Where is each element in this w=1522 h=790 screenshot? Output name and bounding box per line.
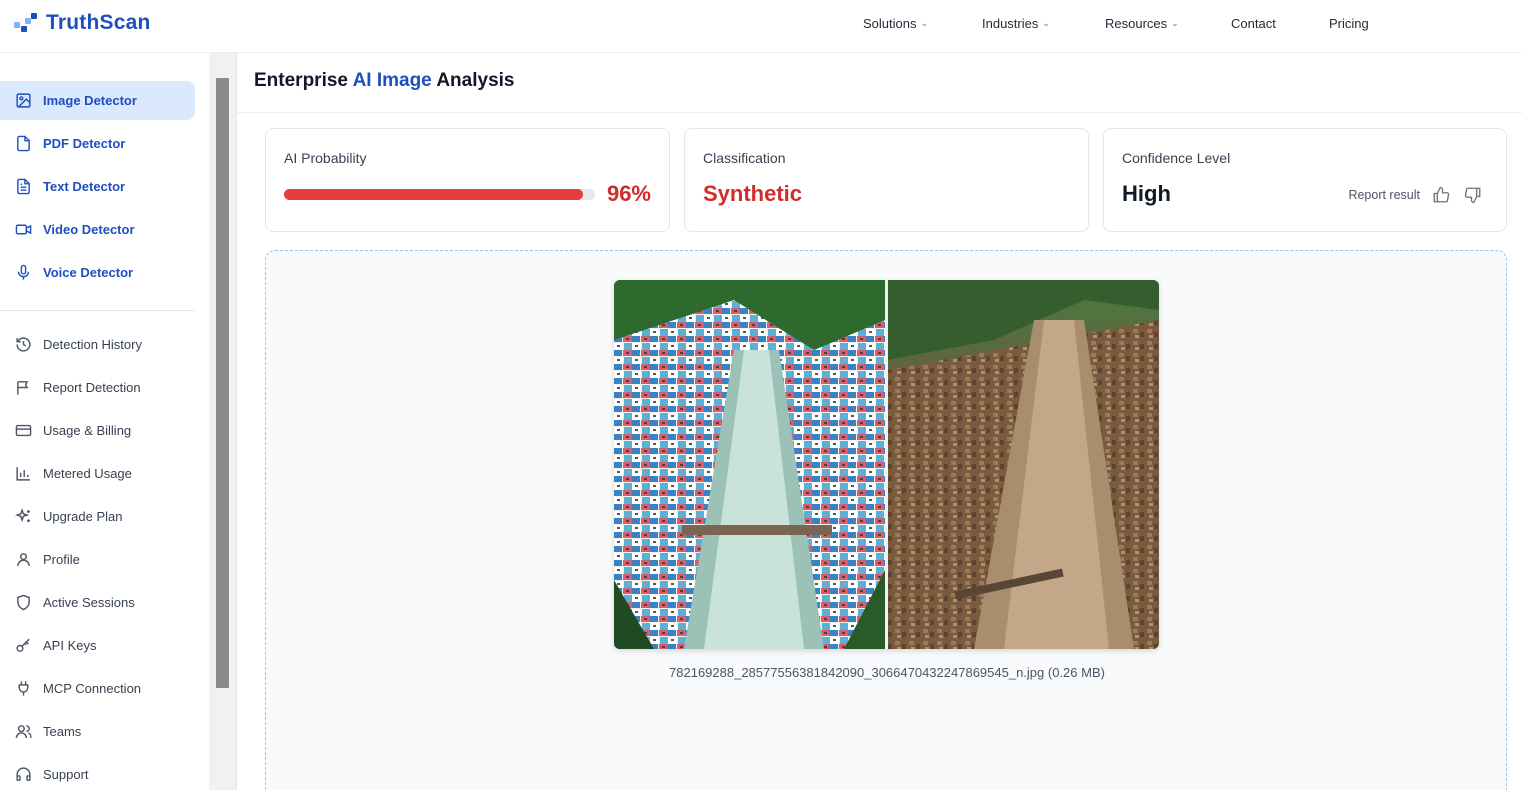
sidebar-item-label: Upgrade Plan <box>43 509 123 524</box>
sidebar-item-label: PDF Detector <box>43 136 126 151</box>
sparkle-icon <box>15 508 30 523</box>
sidebar-item-usage-billing[interactable]: Usage & Billing <box>0 411 195 450</box>
uploaded-image-preview <box>614 280 1159 649</box>
sidebar-item-label: Metered Usage <box>43 466 132 481</box>
sidebar-item-label: Profile <box>43 552 80 567</box>
sidebar-item-label: MCP Connection <box>43 681 142 696</box>
top-navbar: TruthScan Solutions ⌄ Industries ⌄ Resou… <box>0 0 1522 53</box>
video-camera-icon <box>15 224 32 235</box>
page-title-suffix: Analysis <box>431 70 515 91</box>
sidebar-item-label: Usage & Billing <box>43 423 132 438</box>
nav-solutions-label: Solutions <box>863 16 917 31</box>
sidebar-item-label: Text Detector <box>43 179 126 194</box>
nav-resources-label: Resources <box>1105 16 1168 31</box>
chevron-down-icon: ⌄ <box>920 18 929 28</box>
nav-solutions[interactable]: Solutions ⌄ <box>863 16 928 31</box>
image-icon <box>16 93 31 108</box>
flag-icon <box>17 381 29 395</box>
ai-probability-label: AI Probability <box>284 150 367 166</box>
sidebar-item-label: Active Sessions <box>43 595 135 610</box>
users-icon <box>15 725 32 739</box>
image-dropzone[interactable]: 782169288_28577556381842090_306647043224… <box>265 250 1507 790</box>
sidebar-scrollbar[interactable] <box>209 53 237 790</box>
sidebar-divider <box>0 310 195 311</box>
confidence-card: Confidence Level High Report result <box>1103 128 1507 232</box>
confidence-label: Confidence Level <box>1122 150 1231 166</box>
credit-card-icon <box>15 424 32 437</box>
sidebar: Image Detector PDF Detector Text Detecto… <box>0 53 209 790</box>
chevron-down-icon: ⌄ <box>1042 18 1050 28</box>
chevron-down-icon: ⌄ <box>1171 18 1179 28</box>
history-icon <box>16 337 31 352</box>
sidebar-item-metered-usage[interactable]: Metered Usage <box>0 454 195 493</box>
classification-card: Classification Synthetic <box>684 128 1089 232</box>
sidebar-item-active-sessions[interactable]: Active Sessions <box>0 583 195 622</box>
sidebar-item-api-keys[interactable]: API Keys <box>0 626 195 665</box>
sidebar-item-image-detector[interactable]: Image Detector <box>0 81 195 120</box>
nav-contact[interactable]: Contact <box>1231 16 1276 31</box>
report-result-label: Report result <box>1348 188 1420 202</box>
sidebar-item-label: Teams <box>43 724 82 739</box>
pdf-file-icon <box>17 135 30 152</box>
page-title: Enterprise AI Image Analysis <box>254 70 515 92</box>
page-title-prefix: Enterprise <box>254 70 353 91</box>
thumbs-up-icon[interactable] <box>1432 186 1450 204</box>
classification-label: Classification <box>703 150 786 166</box>
shield-icon <box>17 594 30 611</box>
page-title-accent: AI Image <box>352 70 432 91</box>
file-caption: 782169288_28577556381842090_306647043224… <box>266 665 1508 680</box>
nav-resources[interactable]: Resources ⌄ <box>1105 16 1179 31</box>
sidebar-item-support[interactable]: Support <box>0 755 195 790</box>
sidebar-item-voice-detector[interactable]: Voice Detector <box>0 253 195 292</box>
sidebar-item-label: API Keys <box>43 638 97 653</box>
sidebar-item-report-detection[interactable]: Report Detection <box>0 368 195 407</box>
sidebar-item-upgrade-plan[interactable]: Upgrade Plan <box>0 497 195 536</box>
ai-probability-value: 96% <box>606 181 651 206</box>
ai-probability-bar <box>284 189 595 200</box>
sidebar-item-profile[interactable]: Profile <box>0 540 195 579</box>
nav-industries[interactable]: Industries ⌄ <box>982 16 1050 31</box>
user-icon <box>17 553 30 566</box>
nav-pricing-label: Pricing <box>1329 16 1369 31</box>
ai-probability-card: AI Probability 96% <box>265 128 670 232</box>
microphone-icon <box>17 264 30 280</box>
ai-probability-bar-fill <box>284 189 583 200</box>
sidebar-item-detection-history[interactable]: Detection History <box>0 325 195 364</box>
nav-pricing[interactable]: Pricing <box>1329 16 1369 31</box>
sidebar-item-video-detector[interactable]: Video Detector <box>0 210 195 249</box>
nav-industries-label: Industries <box>982 16 1039 31</box>
main-nav: Solutions ⌄ Industries ⌄ Resources ⌄ Con… <box>0 16 1522 36</box>
sidebar-item-label: Detection History <box>43 337 142 352</box>
file-name: 782169288_28577556381842090_306647043224… <box>669 665 1045 680</box>
file-size: (0.26 MB) <box>1047 665 1105 680</box>
bar-chart-icon <box>16 467 30 481</box>
confidence-value: High <box>1122 181 1171 206</box>
comparison-image <box>614 280 1159 649</box>
page-header: Enterprise AI Image Analysis <box>237 53 1522 113</box>
text-file-icon <box>17 178 30 195</box>
sidebar-scrollbar-thumb[interactable] <box>216 78 229 688</box>
nav-contact-label: Contact <box>1231 16 1276 31</box>
sidebar-item-label: Report Detection <box>43 380 141 395</box>
sidebar-item-pdf-detector[interactable]: PDF Detector <box>0 124 195 163</box>
key-icon <box>16 638 30 652</box>
thumbs-down-icon[interactable] <box>1464 186 1482 204</box>
sidebar-item-label: Support <box>43 767 89 782</box>
sidebar-item-label: Voice Detector <box>43 265 134 280</box>
sidebar-item-text-detector[interactable]: Text Detector <box>0 167 195 206</box>
sidebar-item-label: Video Detector <box>43 222 135 237</box>
sidebar-item-mcp-connection[interactable]: MCP Connection <box>0 669 195 708</box>
sidebar-item-teams[interactable]: Teams <box>0 712 195 751</box>
sidebar-item-label: Image Detector <box>43 93 137 108</box>
classification-value: Synthetic <box>703 181 803 206</box>
plug-icon <box>18 681 29 696</box>
headset-icon <box>16 767 31 781</box>
